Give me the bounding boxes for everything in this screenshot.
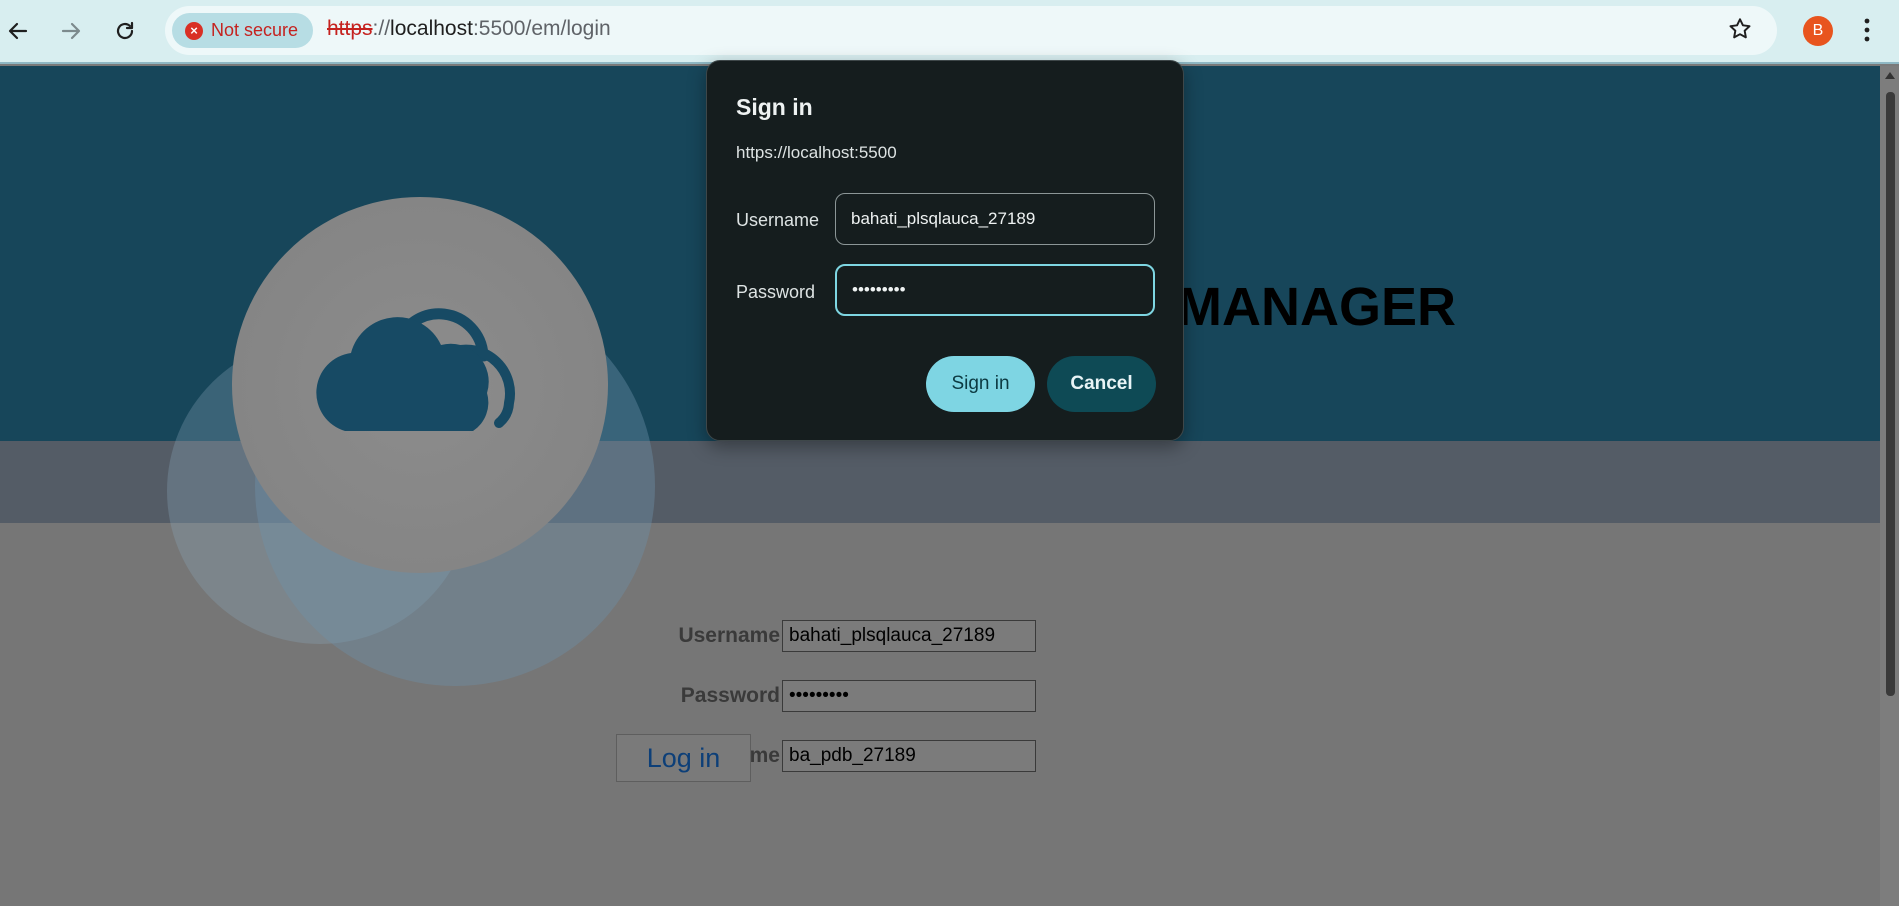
forward-button[interactable] bbox=[54, 14, 88, 48]
scroll-thumb[interactable] bbox=[1886, 92, 1895, 696]
forward-arrow-icon bbox=[61, 22, 81, 40]
browser-menu-button[interactable] bbox=[1862, 14, 1872, 51]
dialog-origin: https://localhost:5500 bbox=[736, 143, 897, 162]
reload-icon bbox=[116, 21, 134, 40]
login-button[interactable]: Log in bbox=[616, 734, 751, 782]
dialog-username-input[interactable]: bahati_plsqlauca_27189 bbox=[835, 193, 1155, 245]
password-label: Password bbox=[680, 684, 780, 707]
back-arrow-icon bbox=[8, 22, 28, 40]
profile-avatar[interactable]: B bbox=[1803, 16, 1833, 46]
scroll-up-arrow-icon[interactable] bbox=[1885, 72, 1895, 79]
dialog-password-label: Password bbox=[736, 282, 816, 302]
reload-button[interactable] bbox=[108, 14, 142, 48]
url-host: localhost bbox=[390, 17, 473, 40]
cancel-button[interactable]: Cancel bbox=[1047, 356, 1156, 412]
url-path: :5500/em/login bbox=[472, 17, 611, 40]
username-row: Username bahati_plsqlauca_27189 bbox=[614, 620, 1036, 652]
dialog-title: Sign in bbox=[736, 94, 813, 120]
password-input[interactable]: ••••••••• bbox=[782, 680, 1036, 712]
dialog-password-input[interactable]: ••••••••• bbox=[835, 264, 1155, 316]
not-secure-icon: × bbox=[185, 21, 203, 40]
browser-toolbar: × Not secure https://localhost:5500/em/l… bbox=[0, 0, 1899, 64]
security-label: Not secure bbox=[211, 20, 299, 40]
cloud-logo-icon bbox=[316, 308, 515, 431]
page-scrollbar[interactable] bbox=[1880, 66, 1899, 906]
bookmark-star-icon bbox=[1729, 18, 1751, 39]
more-menu-icon bbox=[1864, 18, 1870, 42]
dialog-username-label: Username bbox=[736, 210, 820, 230]
url-scheme: https bbox=[327, 17, 373, 40]
username-label: Username bbox=[678, 624, 780, 647]
address-bar[interactable]: × Not secure https://localhost:5500/em/l… bbox=[165, 6, 1777, 55]
bookmark-button[interactable] bbox=[1727, 16, 1753, 47]
url-separator: :// bbox=[372, 17, 391, 40]
back-button[interactable] bbox=[1, 14, 35, 48]
sign-in-button[interactable]: Sign in bbox=[926, 356, 1035, 412]
container-name-input[interactable]: ba_pdb_27189 bbox=[782, 740, 1036, 772]
auth-dialog: Sign in https://localhost:5500 Username … bbox=[706, 60, 1184, 441]
username-input[interactable]: bahati_plsqlauca_27189 bbox=[782, 620, 1036, 652]
url-text[interactable]: https://localhost:5500/em/login bbox=[327, 17, 611, 41]
site-info-chip[interactable]: × Not secure bbox=[172, 13, 314, 48]
password-row: Password ••••••••• bbox=[614, 680, 1036, 712]
